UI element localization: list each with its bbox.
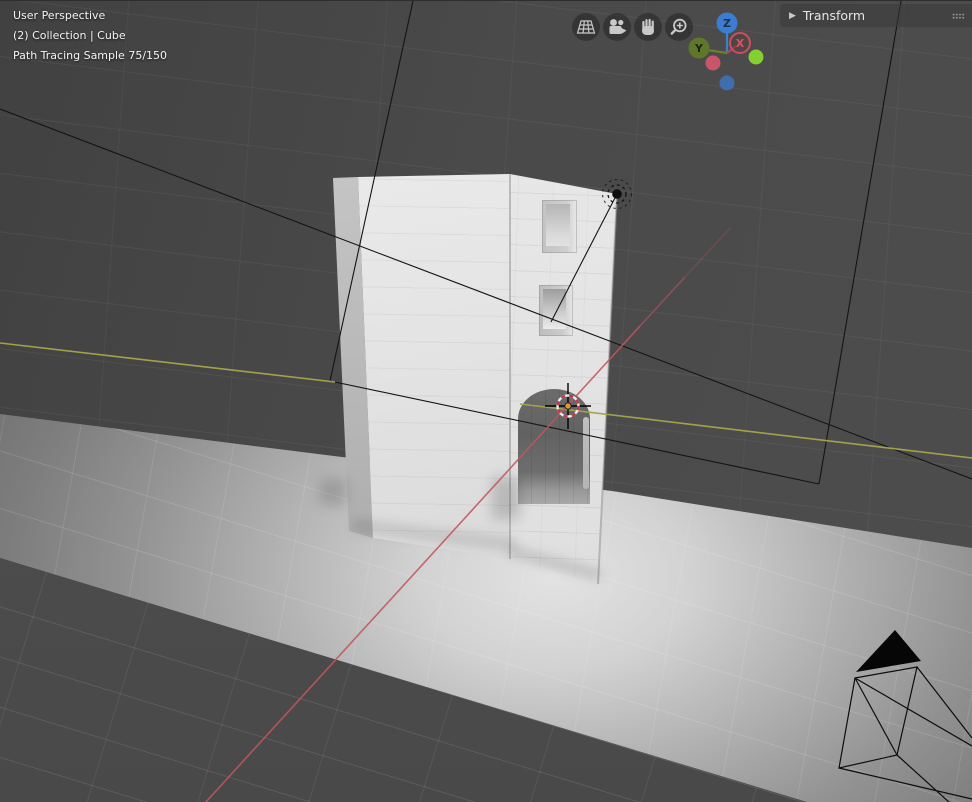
sun-light[interactable] <box>601 178 633 210</box>
zoom-view-button[interactable] <box>665 13 693 41</box>
magnifier-plus-icon <box>670 18 687 35</box>
cursor-center-dot <box>564 402 572 410</box>
view-perspective-label: User Perspective <box>13 9 106 22</box>
scene-overlay: Z Y X <box>0 1 972 802</box>
panel-grip-icon[interactable] <box>952 12 965 19</box>
camera-object[interactable] <box>838 630 972 802</box>
camera-frame-right-line <box>818 1 902 485</box>
viewport-gizmo-toolbar <box>572 13 693 41</box>
hand-icon <box>642 18 654 35</box>
camera-up-triangle[interactable] <box>856 630 921 672</box>
x-axis-line-mid <box>639 276 686 327</box>
blender-3d-viewport: Z Y X User Perspective (2) Collection | … <box>0 0 972 802</box>
sun-light-dot[interactable] <box>612 189 622 199</box>
transform-panel-label: Transform <box>802 8 866 23</box>
viewport-info-overlay: User Perspective (2) Collection | Cube P… <box>13 6 167 66</box>
x-axis-line-fade <box>684 227 731 278</box>
y-axis-line-left <box>0 342 336 383</box>
camera-frustum-extensions <box>838 666 972 802</box>
nav-gizmo[interactable]: Z Y X <box>688 12 764 91</box>
y-axis-line-right <box>519 403 972 459</box>
collection-object-label: (2) Collection | Cube <box>13 29 126 42</box>
gizmo-z-label: Z <box>723 17 731 30</box>
gizmo-y-negative-ball[interactable] <box>748 49 764 65</box>
gizmo-x-label: X <box>736 37 745 50</box>
expand-arrow-icon[interactable]: ▶ <box>789 11 796 21</box>
camera-body-wireframe[interactable] <box>838 666 918 769</box>
gizmo-x-negative-ball[interactable] <box>705 55 721 71</box>
camera-frame-left-line <box>329 1 414 382</box>
sidebar-transform-panel-header[interactable]: ▶ Transform <box>780 4 972 27</box>
camera-frame-top-line <box>0 108 972 480</box>
camera-view-button[interactable] <box>603 13 631 41</box>
render-sample-status: Path Tracing Sample 75/150 <box>13 49 168 62</box>
pan-view-button[interactable] <box>634 13 662 41</box>
grid-plane-icon <box>576 20 596 34</box>
toggle-perspective-button[interactable] <box>572 13 600 41</box>
sun-direction-line <box>550 193 618 323</box>
gizmo-z-negative-ball[interactable] <box>719 75 735 91</box>
camera-icon <box>609 19 627 34</box>
gizmo-y-label: Y <box>694 42 704 55</box>
